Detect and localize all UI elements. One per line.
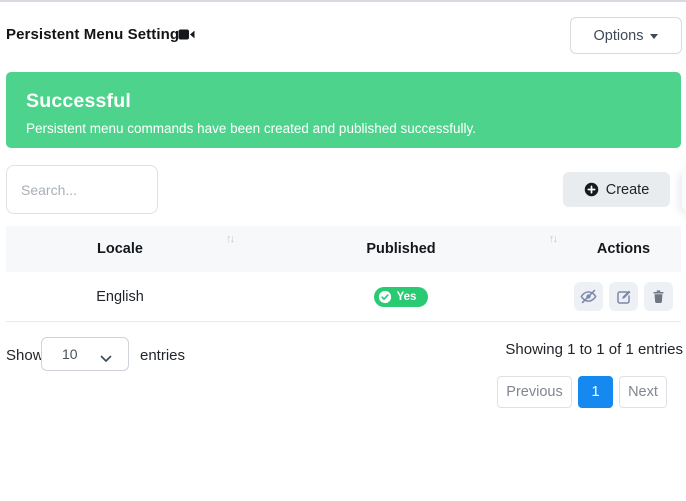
actions-cell: [566, 272, 681, 321]
delete-button[interactable]: [644, 282, 673, 311]
options-button-label: Options: [594, 28, 644, 44]
chevron-down-icon: [650, 34, 658, 39]
alert-message: Persistent menu commands have been creat…: [26, 121, 661, 136]
page-1-button[interactable]: 1: [578, 376, 613, 408]
alert-heading: Successful: [26, 90, 661, 113]
table-header: Locale ↑↓ Published ↑↓ Actions: [6, 226, 681, 272]
entries-label: entries: [140, 347, 185, 364]
entries-summary: Showing 1 to 1 of 1 entries: [505, 341, 683, 358]
check-circle-icon: [378, 290, 392, 304]
create-button[interactable]: Create: [563, 172, 670, 207]
cutoff-edge-element: [682, 168, 686, 212]
previous-page-button[interactable]: Previous: [497, 376, 572, 408]
persistent-menu-settings-page: Persistent Menu Settings Options Success…: [0, 0, 686, 501]
show-label: Show: [6, 347, 44, 364]
column-header-locale[interactable]: Locale: [6, 226, 234, 272]
page-title: Persistent Menu Settings: [6, 26, 188, 43]
sort-icon[interactable]: ↑↓: [226, 233, 233, 245]
search-input[interactable]: [6, 165, 158, 214]
page-size-select[interactable]: 10: [41, 337, 129, 371]
published-yes-label: Yes: [397, 291, 417, 303]
locale-cell: English: [6, 272, 234, 321]
trash-icon: [651, 289, 666, 304]
published-yes-badge: Yes: [374, 287, 429, 307]
create-button-label: Create: [606, 182, 650, 198]
published-cell: Yes: [266, 272, 536, 321]
edit-pencil-icon: [616, 289, 632, 305]
top-divider: [0, 0, 686, 2]
success-alert: Successful Persistent menu commands have…: [6, 72, 681, 148]
hide-button[interactable]: [574, 282, 603, 311]
column-header-actions: Actions: [566, 226, 681, 272]
column-header-published[interactable]: Published: [266, 226, 536, 272]
options-button[interactable]: Options: [570, 17, 682, 54]
eye-slash-icon: [580, 288, 597, 305]
plus-circle-icon: [584, 182, 599, 197]
page-size-value: 10: [62, 346, 78, 362]
video-camera-icon: [178, 27, 195, 42]
next-page-button[interactable]: Next: [619, 376, 667, 408]
table-row: English Yes: [6, 272, 681, 322]
sort-icon[interactable]: ↑↓: [549, 233, 556, 245]
edit-button[interactable]: [609, 282, 638, 311]
